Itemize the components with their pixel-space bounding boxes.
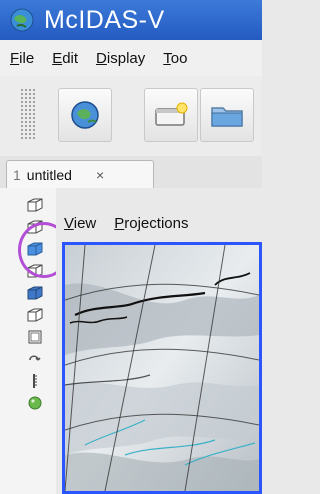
window-title: McIDAS-V bbox=[44, 5, 165, 34]
menu-tools[interactable]: Too bbox=[163, 50, 187, 67]
square-view-icon[interactable] bbox=[24, 328, 46, 346]
cube-view-5-icon[interactable] bbox=[24, 284, 46, 302]
mcidas-globe-icon bbox=[10, 8, 34, 32]
tab-number: 1 bbox=[13, 166, 21, 183]
menu-edit[interactable]: Edit bbox=[52, 50, 78, 67]
open-folder-button[interactable] bbox=[200, 88, 254, 142]
view-pane: View Projections bbox=[56, 188, 262, 494]
rotate-arrow-icon[interactable] bbox=[24, 350, 46, 368]
tab-strip: 1 untitled × bbox=[0, 156, 262, 188]
map-display[interactable] bbox=[62, 242, 262, 494]
toolbar-grip[interactable] bbox=[20, 88, 36, 140]
satellite-map-canvas[interactable] bbox=[65, 245, 259, 491]
view-menubar: View Projections bbox=[64, 208, 262, 238]
close-icon[interactable]: × bbox=[96, 167, 104, 183]
open-folder-icon bbox=[211, 107, 243, 127]
tab-untitled[interactable]: 1 untitled × bbox=[6, 160, 154, 188]
title-bar: McIDAS-V bbox=[0, 0, 262, 40]
menu-projections[interactable]: Projections bbox=[114, 215, 188, 232]
menu-file[interactable]: File bbox=[10, 50, 34, 67]
toolbar bbox=[0, 76, 262, 157]
scale-ruler-icon[interactable] bbox=[24, 372, 46, 390]
cube-view-1-icon[interactable] bbox=[24, 196, 46, 214]
menu-bar: File Edit Display Too bbox=[0, 40, 262, 77]
menu-view[interactable]: View bbox=[64, 215, 96, 232]
cube-view-6-icon[interactable] bbox=[24, 306, 46, 324]
new-window-button[interactable] bbox=[144, 88, 198, 142]
menu-display[interactable]: Display bbox=[96, 50, 145, 67]
globe-icon bbox=[71, 101, 99, 129]
new-window-icon bbox=[155, 102, 188, 126]
green-status-icon[interactable] bbox=[24, 394, 46, 412]
tab-label: untitled bbox=[26, 166, 72, 183]
globe-button[interactable] bbox=[58, 88, 112, 142]
